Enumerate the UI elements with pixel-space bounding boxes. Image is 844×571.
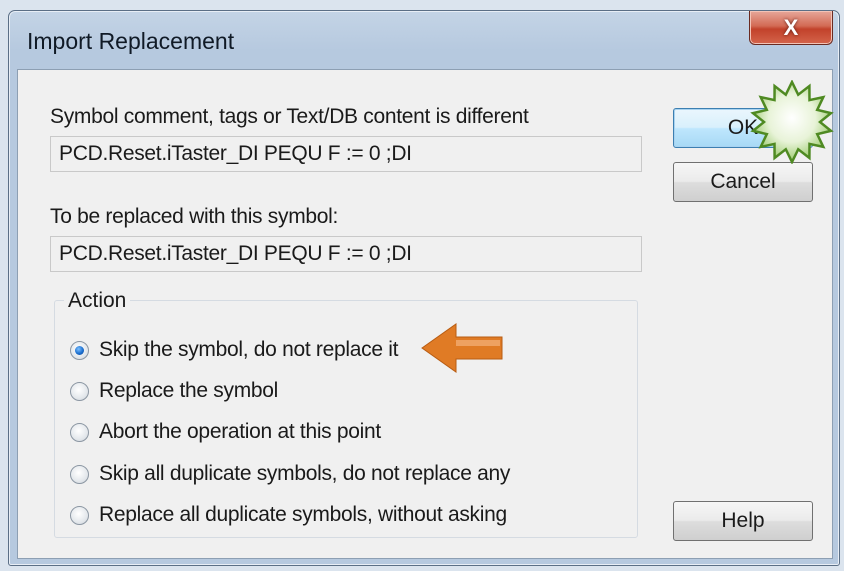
cancel-button[interactable]: Cancel — [673, 162, 813, 202]
starburst-icon — [750, 80, 834, 164]
radio-skip-symbol[interactable]: Skip the symbol, do not replace it — [70, 335, 398, 365]
radio-button-icon[interactable] — [70, 464, 89, 484]
diff-label: Symbol comment, tags or Text/DB content … — [50, 105, 529, 128]
window-title: Import Replacement — [27, 28, 235, 54]
radio-label: Skip all duplicate symbols, do not repla… — [99, 462, 511, 485]
radio-button-icon[interactable] — [70, 505, 89, 525]
radio-button-icon[interactable] — [70, 422, 89, 442]
help-button[interactable]: Help — [673, 501, 813, 541]
radio-abort-operation[interactable]: Abort the operation at this point — [70, 417, 381, 447]
replace-symbol-field[interactable]: PCD.Reset.iTaster_DI PEQU F := 0 ;DI — [50, 236, 642, 272]
radio-label: Replace all duplicate symbols, without a… — [99, 503, 507, 526]
dialog-window: Import Replacement X Symbol comment, tag… — [8, 10, 840, 566]
radio-button-icon[interactable] — [70, 381, 89, 401]
radio-button-icon[interactable] — [70, 340, 89, 360]
radio-label: Skip the symbol, do not replace it — [99, 338, 399, 361]
radio-replace-symbol[interactable]: Replace the symbol — [70, 376, 278, 406]
radio-skip-all[interactable]: Skip all duplicate symbols, do not repla… — [70, 459, 510, 489]
radio-label: Replace the symbol — [99, 379, 279, 402]
diff-symbol-field[interactable]: PCD.Reset.iTaster_DI PEQU F := 0 ;DI — [50, 136, 642, 172]
dialog-client-area: Symbol comment, tags or Text/DB content … — [17, 69, 834, 559]
radio-replace-all[interactable]: Replace all duplicate symbols, without a… — [70, 500, 507, 530]
close-button[interactable]: X — [749, 11, 833, 45]
action-legend: Action — [64, 289, 131, 313]
close-icon: X — [783, 14, 799, 40]
left-arrow-icon — [421, 323, 503, 373]
radio-label: Abort the operation at this point — [99, 420, 381, 443]
replace-label: To be replaced with this symbol: — [50, 205, 339, 228]
